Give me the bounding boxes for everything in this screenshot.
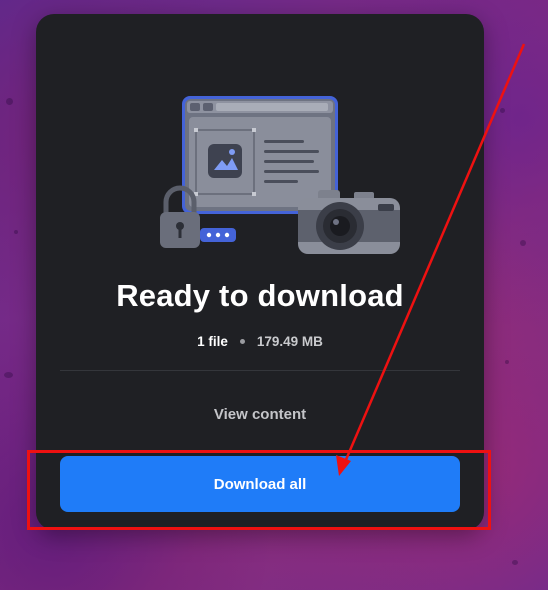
file-summary: 1 file 179.49 MB [36,334,484,349]
background-speck [512,560,518,565]
browser-window-icon [182,96,338,214]
background-speck [500,108,505,113]
page-title: Ready to download [116,278,404,313]
file-size: 179.49 MB [256,334,323,349]
download-card: Ready to download 1 file 179.49 MB View c… [36,14,484,530]
image-icon [208,144,242,178]
download-all-button[interactable]: Download all [60,456,460,512]
divider [60,370,460,371]
file-count: 1 file [197,334,228,349]
view-content-link[interactable]: View content [36,406,484,423]
separator-dot [239,338,245,344]
padlock-icon [160,185,200,248]
background-speck [4,372,13,378]
password-field-icon [200,228,236,242]
background-speck [520,240,526,246]
camera-icon [298,190,400,254]
background-speck [6,98,13,105]
file-transfer-illustration [160,96,400,254]
background-speck [14,230,18,234]
background-speck [505,360,509,364]
